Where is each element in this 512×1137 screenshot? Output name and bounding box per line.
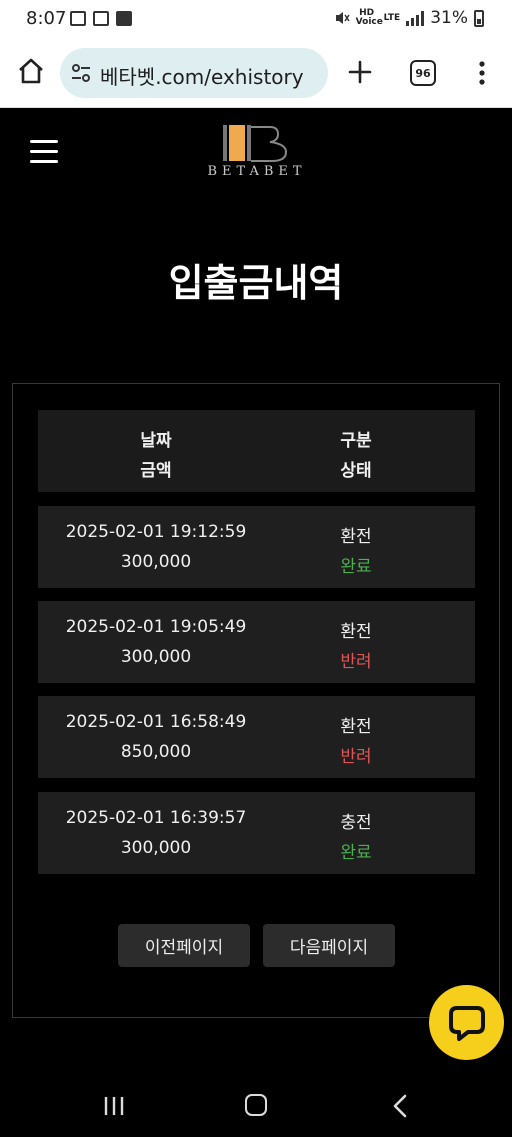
table-row: 2025-02-01 16:58:49 850,000 환전 반려 — [38, 696, 475, 778]
chat-bubble-icon — [449, 1006, 485, 1041]
new-tab-icon[interactable] — [346, 58, 374, 86]
table-row: 2025-02-01 16:39:57 300,000 충전 완료 — [38, 792, 475, 874]
tab-count: 96 — [415, 66, 431, 80]
battery-percent: 31% — [430, 8, 468, 28]
site-settings-icon[interactable] — [70, 62, 92, 84]
row-amount: 300,000 — [120, 647, 192, 667]
gallery-icon — [70, 11, 86, 26]
status-indicators: HD Voice LTE 31% — [334, 8, 484, 28]
status-bar: 8:07 HD Voice LTE 31% — [0, 0, 512, 38]
history-panel: 날짜 금액 구분 상태 2025-02-01 19:12:59 300,000 … — [12, 383, 500, 1018]
notification-icons — [70, 11, 132, 26]
row-amount: 300,000 — [120, 838, 192, 858]
next-page-button[interactable]: 다음페이지 — [263, 924, 395, 967]
row-status: 완료 — [340, 557, 372, 577]
header-status: 상태 — [340, 461, 372, 481]
page-title: 입출금내역 — [168, 261, 344, 305]
row-status: 완료 — [340, 843, 372, 863]
row-date: 2025-02-01 19:12:59 — [65, 522, 247, 542]
row-date: 2025-02-01 19:05:49 — [65, 617, 247, 637]
hd-voice-label: HD Voice — [355, 8, 383, 27]
browser-toolbar: 베타벳.com/exhistory 96 — [0, 38, 512, 108]
row-amount: 300,000 — [120, 552, 192, 572]
row-type: 환전 — [340, 622, 372, 642]
battery-icon — [474, 9, 484, 27]
table-header: 날짜 금액 구분 상태 — [38, 410, 475, 492]
hamburger-icon[interactable] — [30, 140, 58, 164]
tab-switcher-button[interactable]: 96 — [410, 60, 436, 86]
row-type: 환전 — [340, 717, 372, 737]
header-type: 구분 — [340, 431, 372, 451]
url-text[interactable]: 베타벳.com/exhistory — [100, 61, 304, 90]
header-amount: 금액 — [140, 461, 172, 481]
home-nav-icon[interactable] — [245, 1094, 267, 1116]
home-icon[interactable] — [16, 56, 46, 86]
header-date: 날짜 — [140, 431, 172, 451]
table-row: 2025-02-01 19:12:59 300,000 환전 완료 — [38, 506, 475, 588]
site-logo[interactable]: BETABET — [190, 120, 324, 182]
status-time: 8:07 — [26, 8, 67, 29]
more-menu-icon[interactable] — [470, 58, 494, 88]
prev-page-button[interactable]: 이전페이지 — [118, 924, 250, 967]
row-date: 2025-02-01 16:58:49 — [65, 712, 247, 732]
play-store-icon — [93, 11, 109, 26]
checkbox-icon — [116, 11, 132, 26]
back-icon[interactable] — [392, 1094, 408, 1118]
row-type: 환전 — [340, 527, 372, 547]
address-bar[interactable]: 베타벳.com/exhistory — [60, 48, 328, 98]
logo-mark — [223, 125, 288, 162]
chat-button[interactable] — [429, 985, 504, 1060]
recents-icon[interactable] — [102, 1096, 126, 1116]
mute-icon — [335, 12, 350, 24]
signal-icon — [406, 10, 425, 26]
table-row: 2025-02-01 19:05:49 300,000 환전 반려 — [38, 601, 475, 683]
row-date: 2025-02-01 16:39:57 — [65, 808, 247, 828]
row-status: 반려 — [340, 652, 372, 672]
logo-text: BETABET — [207, 164, 307, 179]
row-type: 충전 — [340, 813, 372, 833]
lte-label: LTE — [383, 12, 401, 23]
system-nav-bar — [0, 1072, 512, 1137]
row-amount: 850,000 — [120, 742, 192, 762]
row-status: 반려 — [340, 747, 372, 767]
